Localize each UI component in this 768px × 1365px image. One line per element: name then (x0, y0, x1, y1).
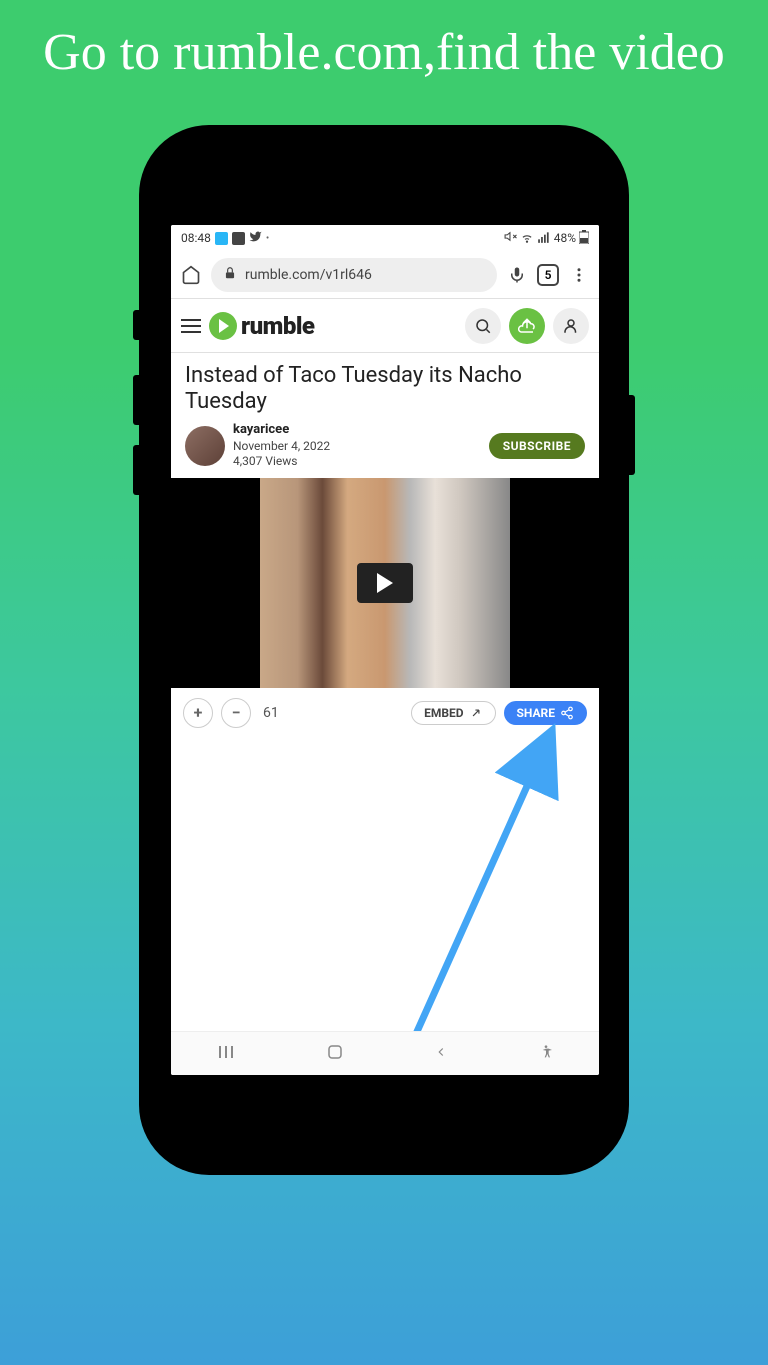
vote-count: 61 (263, 705, 279, 721)
phone-frame: 08:48 • 48% (139, 125, 629, 1175)
more-icon[interactable] (567, 263, 591, 287)
recent-apps-icon[interactable] (216, 1044, 236, 1064)
upvote-button[interactable]: + (183, 698, 213, 728)
embed-button[interactable]: EMBED (411, 701, 495, 725)
status-time: 08:48 (181, 231, 211, 245)
share-label: SHARE (517, 706, 555, 720)
back-nav-icon[interactable] (434, 1044, 448, 1063)
rumble-logo[interactable]: rumble (209, 312, 315, 340)
channel-meta: kayaricee November 4, 2022 4,307 Views (233, 422, 330, 470)
downvote-button[interactable]: − (221, 698, 251, 728)
notification-twitter-icon (249, 230, 262, 246)
video-views: 4,307 Views (233, 454, 330, 470)
notification-dot-icon: • (266, 233, 269, 244)
lock-icon (223, 266, 237, 284)
action-bar: + − 61 EMBED SHARE (171, 688, 599, 738)
battery-icon (579, 230, 589, 247)
android-nav-bar (171, 1031, 599, 1075)
phone-button-volume-down (133, 445, 139, 495)
rumble-play-icon (209, 312, 237, 340)
instruction-text: Go to rumble.com,find the video (0, 0, 768, 85)
channel-name[interactable]: kayaricee (233, 422, 330, 439)
menu-icon[interactable] (181, 319, 201, 333)
phone-button-volume-up (133, 375, 139, 425)
subscribe-button[interactable]: SUBSCRIBE (489, 433, 585, 459)
browser-toolbar: rumble.com/v1rl646 5 (171, 251, 599, 299)
mute-icon (504, 230, 517, 246)
share-button[interactable]: SHARE (504, 701, 587, 725)
url-bar[interactable]: rumble.com/v1rl646 (211, 258, 497, 292)
video-date: November 4, 2022 (233, 439, 330, 455)
mic-icon[interactable] (505, 263, 529, 287)
phone-screen: 08:48 • 48% (171, 225, 599, 1075)
rumble-brand-text: rumble (241, 312, 315, 340)
video-player[interactable] (171, 478, 599, 688)
status-bar: 08:48 • 48% (171, 225, 599, 251)
play-icon[interactable] (357, 563, 413, 603)
notification-app-icon (215, 232, 228, 245)
video-info: Instead of Taco Tuesday its Nacho Tuesda… (171, 353, 599, 478)
site-header: rumble (171, 299, 599, 353)
upload-button[interactable] (509, 308, 545, 344)
signal-icon (537, 230, 551, 247)
channel-avatar[interactable] (185, 426, 225, 466)
home-icon[interactable] (179, 263, 203, 287)
search-button[interactable] (465, 308, 501, 344)
accessibility-icon[interactable] (538, 1044, 554, 1064)
url-text: rumble.com/v1rl646 (245, 267, 372, 283)
phone-button-power (133, 310, 139, 340)
wifi-icon (520, 230, 534, 247)
home-nav-icon[interactable] (326, 1043, 344, 1065)
video-title: Instead of Taco Tuesday its Nacho Tuesda… (185, 363, 585, 416)
phone-button-side (629, 395, 635, 475)
profile-button[interactable] (553, 308, 589, 344)
embed-label: EMBED (424, 706, 463, 720)
notification-gallery-icon (232, 232, 245, 245)
battery-text: 48% (554, 231, 576, 245)
tabs-button[interactable]: 5 (537, 264, 559, 286)
